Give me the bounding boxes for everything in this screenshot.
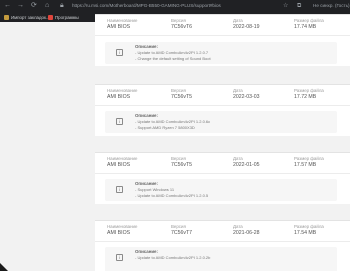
col-size-header: Размер файла <box>294 224 324 229</box>
divider <box>95 105 350 106</box>
bios-title: AMI BIOS <box>107 24 131 30</box>
description-box: i Описание: - Support Windows 11 - Updat… <box>105 179 337 201</box>
description-line: - Update to AMD ComboAm4v2PI 1.2.0.2b <box>135 255 211 260</box>
bios-card: Наименование Версия Дата Размер файла AM… <box>95 220 350 271</box>
col-date-header: Дата <box>233 18 243 23</box>
bios-card: Наименование Версия Дата Размер файла AM… <box>95 152 350 204</box>
home-icon[interactable]: ⌂ <box>45 2 49 10</box>
apps-icon <box>48 14 53 20</box>
description-box: i Описание: - Update to AMD ComboAm4v2PI… <box>105 42 337 64</box>
col-version-header: Версия <box>171 18 186 23</box>
info-icon: i <box>116 49 123 56</box>
description-line: - Change the default setting of Sound Bo… <box>135 56 211 61</box>
col-date-header: Дата <box>233 88 243 93</box>
extensions-icon[interactable]: ⧉ <box>297 2 301 10</box>
bios-card-header: Наименование Версия Дата Размер файла AM… <box>95 15 350 35</box>
bios-date: 2022-03-03 <box>233 94 260 100</box>
bios-card: Наименование Версия Дата Размер файла AM… <box>95 84 350 136</box>
bios-size: 17.72 MB <box>294 94 317 100</box>
description-label: Описание: <box>135 113 158 118</box>
bios-version: 7C56vT5 <box>171 94 193 100</box>
bios-card-header: Наименование Версия Дата Размер файла AM… <box>95 85 350 105</box>
address-row: ← → ⟳ ⌂ 🔒︎ https://ru.msi.com/Motherboar… <box>0 0 350 12</box>
col-title-header: Наименование <box>107 88 138 93</box>
bios-date: 2021-06-28 <box>233 230 260 236</box>
reload-icon[interactable]: ⟳ <box>31 2 37 10</box>
folder-icon <box>4 14 9 20</box>
bios-size: 17.57 MB <box>294 162 317 168</box>
bios-version: 7C56vT5 <box>171 162 193 168</box>
cursor-arrow-icon <box>0 263 8 271</box>
bookmark-programs[interactable]: Программы <box>48 13 79 21</box>
address-bar[interactable]: https://ru.msi.com/Motherboard/MPG-B550-… <box>72 2 221 10</box>
forward-icon[interactable]: → <box>17 2 24 10</box>
description-line: - Update to AMD ComboAm4v2PI 1.2.0.7 <box>135 50 209 55</box>
lock-icon: 🔒︎ <box>60 2 64 9</box>
col-version-header: Версия <box>171 88 186 93</box>
bios-title: AMI BIOS <box>107 162 131 168</box>
col-title-header: Наименование <box>107 156 138 161</box>
info-icon: i <box>116 186 123 193</box>
description-line: - Update to AMD ComboAm4v2PI 1.2.0.6c <box>135 119 211 124</box>
bios-card: Наименование Версия Дата Размер файла AM… <box>95 14 350 66</box>
profile-button[interactable]: Не синхр. (Гость) <box>313 2 350 10</box>
divider <box>95 241 350 242</box>
description-box: i Описание: - Update to AMD ComboAm4v2PI… <box>105 111 337 133</box>
bios-version: 7C56vT6 <box>171 24 193 30</box>
bios-date: 2022-01-05 <box>233 162 260 168</box>
bios-title: AMI BIOS <box>107 230 131 236</box>
description-label: Описание: <box>135 181 158 186</box>
col-version-header: Версия <box>171 224 186 229</box>
description-label: Описание: <box>135 249 158 254</box>
divider <box>95 35 350 36</box>
star-icon[interactable]: ☆ <box>283 2 288 10</box>
bios-size: 17.54 MB <box>294 230 317 236</box>
col-size-header: Размер файла <box>294 88 324 93</box>
bios-date: 2022-08-19 <box>233 24 260 30</box>
bios-card-header: Наименование Версия Дата Размер файла AM… <box>95 153 350 173</box>
back-icon[interactable]: ← <box>4 2 11 10</box>
bios-title: AMI BIOS <box>107 94 131 100</box>
bios-version: 7C56vT7 <box>171 230 193 236</box>
description-line: - Support AMD Ryzen 7 5800X3D <box>135 125 195 130</box>
bookmark-import[interactable]: Импорт закладок... <box>4 13 50 21</box>
description-label: Описание: <box>135 44 158 49</box>
info-icon: i <box>116 118 123 125</box>
divider <box>95 173 350 174</box>
col-version-header: Версия <box>171 156 186 161</box>
description-line: - Support Windows 11 <box>135 187 175 192</box>
col-size-header: Размер файла <box>294 18 324 23</box>
bios-size: 17.74 MB <box>294 24 317 30</box>
col-title-header: Наименование <box>107 18 138 23</box>
col-title-header: Наименование <box>107 224 138 229</box>
bios-card-header: Наименование Версия Дата Размер файла AM… <box>95 221 350 241</box>
info-icon: i <box>116 254 123 261</box>
description-box: i Описание: - Update to AMD ComboAm4v2PI… <box>105 247 337 271</box>
col-date-header: Дата <box>233 224 243 229</box>
col-size-header: Размер файла <box>294 156 324 161</box>
col-date-header: Дата <box>233 156 243 161</box>
description-line: - Update to AMD ComboAm4v2PI 1.2.0.5 <box>135 193 209 198</box>
